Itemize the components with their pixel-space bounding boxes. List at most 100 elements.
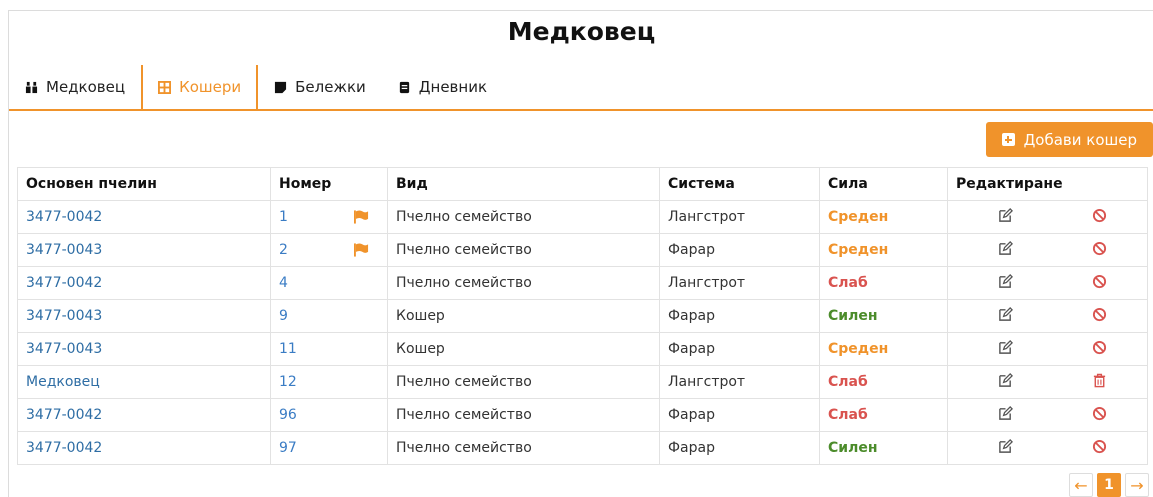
hive-number-cell[interactable]: 96 [270, 398, 388, 432]
hive-number-cell[interactable]: 97 [270, 431, 388, 465]
hive-system: Фарар [659, 398, 820, 432]
delete-button[interactable] [1092, 373, 1107, 392]
table-row: 3477-0043 2 Пчелно семейство Фарар Среден [17, 233, 1148, 267]
tab-notes-label: Бележки [295, 78, 366, 96]
hive-number-cell[interactable]: 9 [270, 299, 388, 333]
edit-icon[interactable] [998, 306, 1013, 322]
col-system[interactable]: Система [659, 167, 820, 201]
tab-journal-label: Дневник [418, 78, 488, 96]
ban-icon[interactable] [1092, 307, 1107, 322]
col-number[interactable]: Номер [270, 167, 388, 201]
hives-table: Основен пчелин Номер Вид Система Сила Ре… [17, 167, 1148, 465]
edit-button[interactable] [998, 240, 1013, 260]
hive-strength: Силен [819, 431, 948, 465]
apiary-link[interactable]: 3477-0043 [17, 233, 271, 267]
hive-number[interactable]: 9 [279, 308, 288, 324]
hive-number[interactable]: 12 [279, 374, 297, 390]
tab-apiary[interactable]: Медковец [9, 65, 141, 109]
add-hive-button[interactable]: Добави кошер [985, 122, 1153, 157]
edit-actions [947, 266, 1148, 300]
edit-button[interactable] [998, 273, 1013, 293]
delete-button[interactable] [1092, 340, 1107, 359]
delete-button[interactable] [1092, 208, 1107, 227]
edit-icon[interactable] [998, 240, 1013, 256]
tab-notes[interactable]: Бележки [258, 65, 382, 109]
edit-button[interactable] [998, 207, 1013, 227]
hive-number[interactable]: 2 [279, 242, 288, 258]
hive-number-cell[interactable]: 11 [270, 332, 388, 366]
delete-button[interactable] [1092, 439, 1107, 458]
hive-number[interactable]: 11 [279, 341, 297, 357]
prev-page-button[interactable]: ← [1069, 473, 1093, 497]
edit-button[interactable] [998, 405, 1013, 425]
apiary-link[interactable]: 3477-0042 [17, 398, 271, 432]
table-row: Медковец 12 Пчелно семейство Лангстрот Слаб [17, 365, 1148, 399]
col-type[interactable]: Вид [387, 167, 660, 201]
edit-button[interactable] [998, 306, 1013, 326]
ban-icon[interactable] [1092, 241, 1107, 256]
edit-button[interactable] [998, 438, 1013, 458]
col-apiary[interactable]: Основен пчелин [17, 167, 271, 201]
app-frame: Медковец Медковец Кошери Бележки Дневник… [8, 10, 1153, 497]
apiary-link[interactable]: 3477-0042 [17, 200, 271, 234]
current-page-button[interactable]: 1 [1097, 473, 1121, 497]
hive-type: Пчелно семейство [387, 266, 660, 300]
hive-strength: Среден [819, 233, 948, 267]
table-row: 3477-0042 4 Пчелно семейство Лангстрот Слаб [17, 266, 1148, 300]
tab-hives[interactable]: Кошери [141, 65, 259, 109]
edit-actions [947, 431, 1148, 465]
delete-button[interactable] [1092, 406, 1107, 425]
flag-icon [354, 210, 369, 224]
hive-system: Фарар [659, 233, 820, 267]
hive-number[interactable]: 1 [279, 209, 288, 225]
edit-actions [947, 365, 1148, 399]
edit-actions [947, 398, 1148, 432]
table-row: 3477-0043 11 Кошер Фарар Среден [17, 332, 1148, 366]
apiary-link[interactable]: 3477-0042 [17, 266, 271, 300]
hive-strength: Силен [819, 299, 948, 333]
hive-number-cell[interactable]: 2 [270, 233, 388, 267]
edit-icon[interactable] [998, 405, 1013, 421]
delete-button[interactable] [1092, 241, 1107, 260]
hive-number-cell[interactable]: 12 [270, 365, 388, 399]
ban-icon[interactable] [1092, 439, 1107, 454]
hive-type: Пчелно семейство [387, 365, 660, 399]
col-strength[interactable]: Сила [819, 167, 948, 201]
apiary-link[interactable]: 3477-0043 [17, 299, 271, 333]
tab-apiary-label: Медковец [46, 78, 126, 96]
next-page-button[interactable]: → [1125, 473, 1149, 497]
hive-number-cell[interactable]: 4 [270, 266, 388, 300]
page-title: Медковец [507, 17, 656, 46]
hive-system: Лангстрот [659, 200, 820, 234]
hive-strength: Среден [819, 332, 948, 366]
hive-system: Лангстрот [659, 266, 820, 300]
edit-icon[interactable] [998, 273, 1013, 289]
ban-icon[interactable] [1092, 340, 1107, 355]
hive-type: Пчелно семейство [387, 398, 660, 432]
book-icon [399, 81, 409, 93]
tab-journal[interactable]: Дневник [382, 65, 503, 109]
hive-number-cell[interactable]: 1 [270, 200, 388, 234]
edit-icon[interactable] [998, 372, 1013, 388]
edit-actions [947, 200, 1148, 234]
edit-button[interactable] [998, 372, 1013, 392]
ban-icon[interactable] [1092, 406, 1107, 421]
note-icon [275, 81, 287, 93]
hive-number[interactable]: 96 [279, 407, 297, 423]
ban-icon[interactable] [1092, 274, 1107, 289]
edit-button[interactable] [998, 339, 1013, 359]
trash-icon[interactable] [1092, 373, 1107, 388]
delete-button[interactable] [1092, 274, 1107, 293]
delete-button[interactable] [1092, 307, 1107, 326]
ban-icon[interactable] [1092, 208, 1107, 223]
apiary-link[interactable]: Медковец [17, 365, 271, 399]
hive-number[interactable]: 4 [279, 275, 288, 291]
edit-icon[interactable] [998, 339, 1013, 355]
hive-type: Кошер [387, 332, 660, 366]
edit-icon[interactable] [998, 438, 1013, 454]
edit-icon[interactable] [998, 207, 1013, 223]
hive-number[interactable]: 97 [279, 440, 297, 456]
hive-system: Фарар [659, 431, 820, 465]
apiary-link[interactable]: 3477-0042 [17, 431, 271, 465]
apiary-link[interactable]: 3477-0043 [17, 332, 271, 366]
